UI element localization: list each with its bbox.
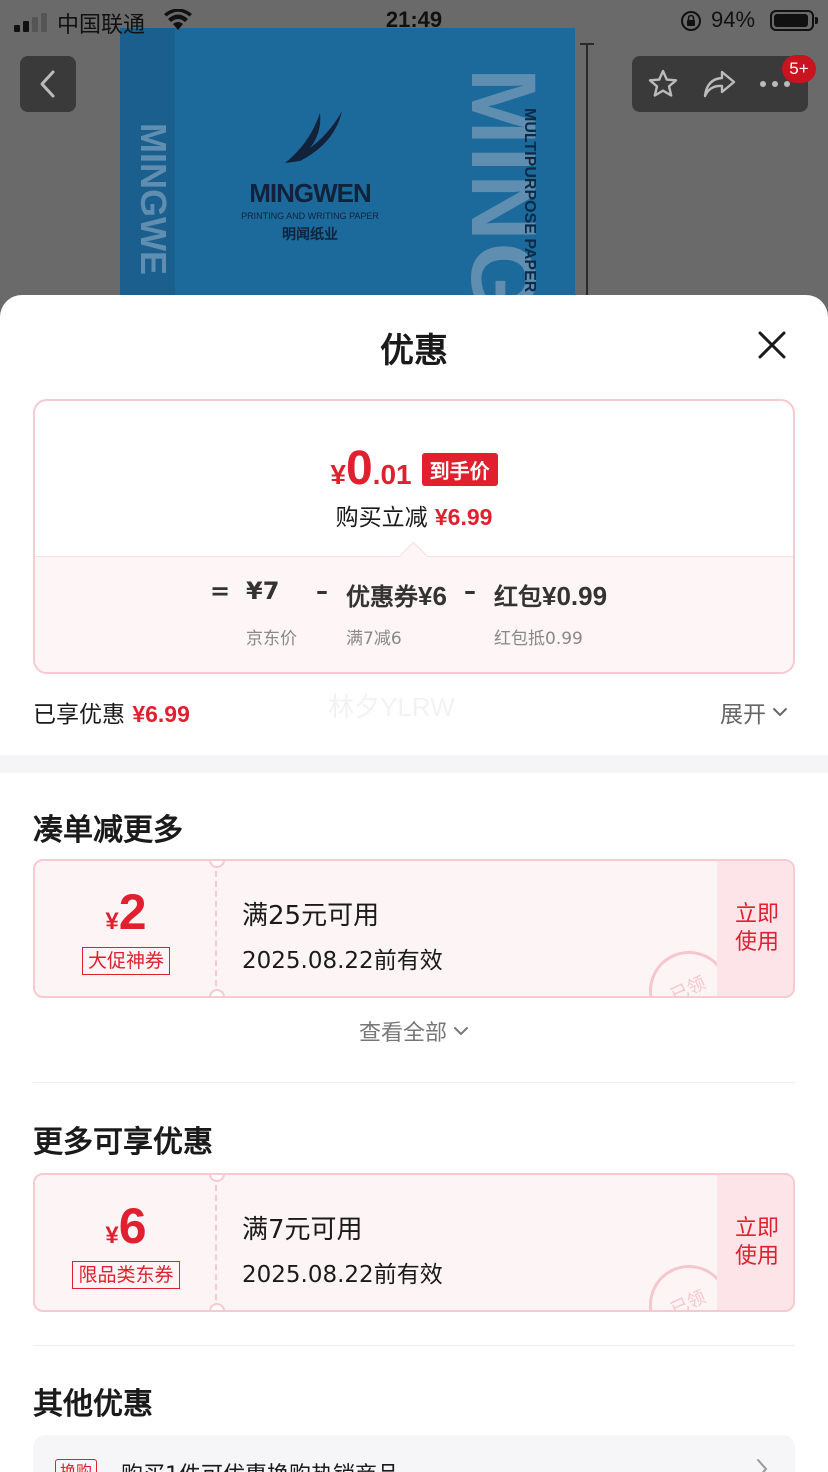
expand-button[interactable]: 展开 <box>720 695 788 729</box>
status-bar: 中国联通 21:49 94% <box>0 0 828 42</box>
share-icon <box>703 70 736 98</box>
section-title-other: 其他优惠 <box>33 1387 153 1422</box>
instant-reduction-value: ¥6.99 <box>434 504 493 530</box>
trade-in-tag: 换购 <box>55 1459 98 1472</box>
back-button[interactable] <box>20 56 76 112</box>
final-price-integer: 0 <box>345 442 373 495</box>
section-title-extra: 更多可享优惠 <box>33 1125 213 1160</box>
section-title-more: 凑单减更多 <box>33 813 183 848</box>
jd-price: ¥7 <box>246 577 280 605</box>
brand-bird-logo-icon <box>285 111 342 163</box>
enjoyed-discount-value: ¥6.99 <box>132 701 190 727</box>
see-all-button[interactable]: 查看全部 <box>0 1015 828 1047</box>
clock: 21:49 <box>385 7 443 32</box>
package-big-text: MINGWEN <box>452 68 554 330</box>
redpack-deduction-label: 红包抵0.99 <box>494 629 583 649</box>
formula-minus-1: – <box>316 577 328 605</box>
coupon-amount: ¥2 <box>105 884 147 940</box>
coupon-condition: 满25元可用 <box>242 901 380 931</box>
use-coupon-button[interactable]: 立即使用 <box>717 1175 793 1310</box>
coupon-amount: ¥6 <box>105 1198 147 1254</box>
package-left-text: MINGWE <box>133 123 174 275</box>
formula-equals: = <box>210 577 231 605</box>
price-formula: = ¥7 京东价 – 优惠券¥6 满7减6 – 红包¥0.99 红包抵0.99 <box>35 556 793 672</box>
watermark: 林夕YLRW <box>328 692 455 722</box>
trade-in-text: 购买1件可优惠换购热销商品 <box>121 1457 399 1472</box>
paper-package: MINGWE MINGWEN PRINTING AND WRITING PAPE… <box>120 28 575 330</box>
rotation-lock-icon <box>681 11 701 31</box>
chevron-down-icon <box>454 1027 468 1036</box>
chevron-right-icon <box>757 1459 768 1472</box>
use-coupon-button[interactable]: 立即使用 <box>717 861 793 996</box>
coupon-condition: 满7元可用 <box>242 1215 363 1245</box>
brand-sub: PRINTING AND WRITING PAPER <box>241 211 379 221</box>
coupon-card-6: ¥6 限品类东券 满7元可用 2025.08.22前有效 已领 立即使用 <box>33 1173 795 1312</box>
formula-minus-2: – <box>464 577 476 605</box>
coupon-card-2: ¥2 大促神券 满25元可用 2025.08.22前有效 已领 立即使用 <box>33 859 795 998</box>
final-price: ¥ 0 .01 到手价 <box>35 441 793 496</box>
divider <box>33 1345 795 1346</box>
more-dots-icon <box>760 81 790 87</box>
instant-reduction: 购买立减 ¥6.99 <box>335 504 493 531</box>
section-gap <box>0 755 828 773</box>
battery-icon <box>770 10 818 31</box>
redpack-deduction: 红包¥0.99 <box>494 581 608 611</box>
battery-percent: 94% <box>711 7 756 32</box>
coupon-deduction: 优惠券¥6 <box>346 581 447 611</box>
coupon-kind: 大促神券 <box>81 947 170 975</box>
final-price-tag: 到手价 <box>421 453 498 486</box>
product-image: MINGWE MINGWEN PRINTING AND WRITING PAPE… <box>0 0 828 330</box>
chevron-down-icon <box>773 708 787 717</box>
enjoyed-discount: 已享优惠 ¥6.99 <box>33 701 190 728</box>
brand-cn: 明闻纸业 <box>282 227 338 243</box>
divider <box>33 1082 795 1083</box>
discount-sheet: 优惠 ¥ 0 .01 到手价 购买立减 ¥6.99 = ¥7 京东价 – 优惠券… <box>0 295 828 1472</box>
coupon-deduction-label: 满7减6 <box>346 629 402 649</box>
star-icon <box>648 69 678 97</box>
price-breakdown-card: ¥ 0 .01 到手价 购买立减 ¥6.99 = ¥7 京东价 – 优惠券¥6 … <box>33 399 795 674</box>
trade-in-offer-row[interactable]: 换购 购买1件可优惠换购热销商品 <box>33 1435 795 1472</box>
close-button[interactable] <box>752 325 792 365</box>
chevron-left-icon <box>40 70 55 98</box>
jd-price-label: 京东价 <box>246 629 297 649</box>
coupon-validity: 2025.08.22前有效 <box>242 948 443 974</box>
share-button[interactable] <box>702 68 736 100</box>
coupon-kind: 限品类东券 <box>72 1261 180 1289</box>
sheet-title: 优惠 <box>380 331 448 371</box>
favorite-button[interactable] <box>646 68 680 100</box>
close-icon <box>758 331 786 359</box>
coupon-validity: 2025.08.22前有效 <box>242 1262 443 1288</box>
package-side-text: MULTIPURPOSE PAPER <box>521 108 538 293</box>
brand-name: MINGWEN <box>249 178 372 208</box>
message-badge: 5+ <box>782 55 816 83</box>
final-price-decimal: .01 <box>372 459 412 490</box>
